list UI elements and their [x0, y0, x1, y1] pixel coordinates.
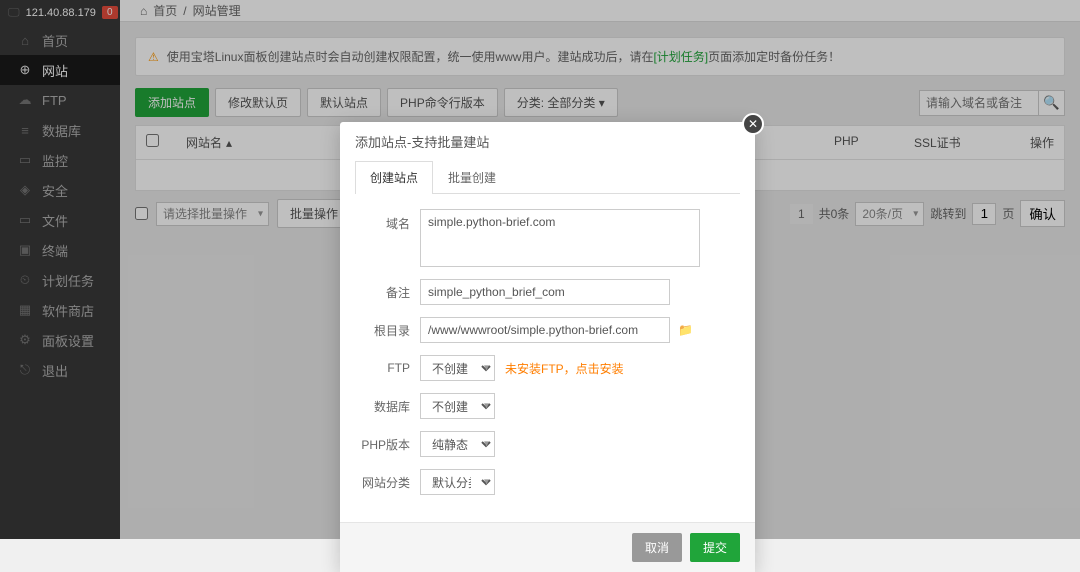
php-select[interactable]: 纯静态 [420, 431, 495, 457]
tab-batch[interactable]: 批量创建 [433, 161, 511, 193]
note-input[interactable] [420, 279, 670, 305]
modal-footer: 取消 提交 [340, 522, 755, 572]
ftp-hint[interactable]: 未安装FTP，点击安装 [505, 360, 624, 377]
cat-label: 网站分类 [355, 474, 420, 491]
db-label: 数据库 [355, 398, 420, 415]
php-label: PHP版本 [355, 436, 420, 453]
folder-browse-icon[interactable]: 📁 [678, 323, 693, 337]
modal-title: 添加站点-支持批量建站 [340, 122, 755, 161]
tab-create[interactable]: 创建站点 [355, 161, 433, 194]
add-site-modal: ✕ 添加站点-支持批量建站 创建站点 批量创建 域名 simple.python… [340, 122, 755, 572]
category-select[interactable]: 默认分类 [420, 469, 495, 495]
db-select[interactable]: 不创建 [420, 393, 495, 419]
domain-label: 域名 [355, 209, 420, 232]
domain-input[interactable]: simple.python-brief.com [420, 209, 700, 267]
ftp-select[interactable]: 不创建 [420, 355, 495, 381]
ftp-label: FTP [355, 361, 420, 375]
root-label: 根目录 [355, 322, 420, 339]
submit-button[interactable]: 提交 [690, 533, 740, 562]
note-label: 备注 [355, 284, 420, 301]
close-icon[interactable]: ✕ [742, 113, 764, 135]
modal-tabs: 创建站点 批量创建 [355, 161, 740, 194]
cancel-button[interactable]: 取消 [632, 533, 682, 562]
root-input[interactable] [420, 317, 670, 343]
